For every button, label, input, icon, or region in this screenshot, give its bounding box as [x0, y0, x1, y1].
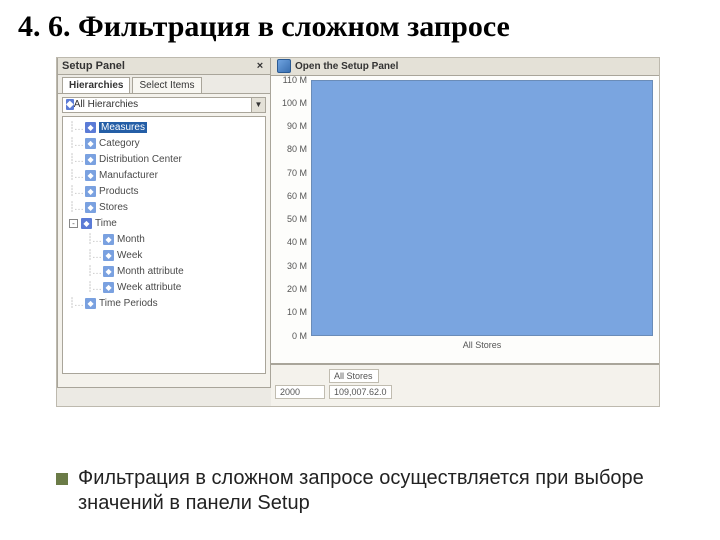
- tree-connector: ┊…: [69, 170, 83, 181]
- cube2-icon: ◆: [103, 266, 114, 277]
- tree-connector: ┊…: [87, 250, 101, 261]
- tree-connector: ┊…: [69, 202, 83, 213]
- chevron-down-icon[interactable]: ▼: [251, 98, 265, 112]
- grid-row-value: 109,007.62.0: [329, 385, 392, 399]
- tree-item[interactable]: ┊…◆Week: [65, 248, 263, 264]
- cube2-icon: ◆: [103, 234, 114, 245]
- setup-panel-titlebar: Setup Panel ×: [58, 58, 270, 75]
- combo-label: All Hierarchies: [74, 99, 138, 110]
- y-tick: 0 M: [292, 331, 307, 341]
- tree-item[interactable]: -◆Time: [65, 216, 263, 232]
- tree-item-label: Measures: [99, 122, 147, 133]
- y-tick: 100 M: [282, 98, 307, 108]
- tree-item[interactable]: ┊…◆Time Periods: [65, 296, 263, 312]
- tab-select-items[interactable]: Select Items: [132, 77, 201, 93]
- tree-connector: ┊…: [87, 234, 101, 245]
- tree-connector: ┊…: [87, 266, 101, 277]
- y-tick: 90 M: [287, 121, 307, 131]
- y-tick: 50 M: [287, 214, 307, 224]
- tree-connector: ┊…: [69, 186, 83, 197]
- setup-panel-icon[interactable]: [277, 59, 291, 73]
- tree-item[interactable]: ┊…◆Products: [65, 184, 263, 200]
- setup-tabs: Hierarchies Select Items: [58, 75, 270, 94]
- tree-connector: ┊…: [69, 298, 83, 309]
- tree-item-label: Week: [117, 250, 142, 261]
- tree-item-label: Month: [117, 234, 145, 245]
- slide-title: 4. 6. Фильтрация в сложном запросе: [0, 0, 720, 51]
- cube2-icon: ◆: [85, 298, 96, 309]
- cube2-icon: ◆: [103, 282, 114, 293]
- tree-item[interactable]: ┊…◆Category: [65, 136, 263, 152]
- bullet-text-row: Фильтрация в сложном запросе осуществляе…: [56, 466, 680, 516]
- cube-icon: ◆: [81, 218, 92, 229]
- y-tick: 60 M: [287, 191, 307, 201]
- grid-row-label: 2000: [275, 385, 325, 399]
- tree-item[interactable]: ┊…◆Month: [65, 232, 263, 248]
- tree-connector: ┊…: [69, 138, 83, 149]
- hierarchies-combo[interactable]: ◆ All Hierarchies ▼: [62, 97, 266, 113]
- hierarchy-tree[interactable]: ┊…◆Measures┊…◆Category┊…◆Distribution Ce…: [62, 116, 266, 374]
- tree-connector: ┊…: [87, 282, 101, 293]
- chart-area: 110 M 100 M 90 M 80 M 70 M 60 M 50 M 40 M 30 M 20…: [271, 76, 659, 364]
- bullet-icon: [56, 473, 68, 485]
- setup-panel-title: Setup Panel: [62, 60, 125, 72]
- tree-item-label: Manufacturer: [99, 170, 158, 181]
- tree-item[interactable]: ┊…◆Week attribute: [65, 280, 263, 296]
- tree-item-label: Week attribute: [117, 282, 181, 293]
- chart-plot: [311, 80, 653, 336]
- y-tick: 20 M: [287, 284, 307, 294]
- tree-item[interactable]: ┊…◆Measures: [65, 120, 263, 136]
- tree-item[interactable]: ┊…◆Stores: [65, 200, 263, 216]
- y-tick: 40 M: [287, 237, 307, 247]
- setup-panel: Setup Panel × Hierarchies Select Items ◆…: [57, 58, 271, 388]
- bullet-text: Фильтрация в сложном запросе осуществляе…: [78, 466, 680, 516]
- cube2-icon: ◆: [85, 202, 96, 213]
- y-tick: 80 M: [287, 144, 307, 154]
- y-tick: 10 M: [287, 307, 307, 317]
- grid-header: All Stores: [329, 369, 379, 383]
- cube2-icon: ◆: [85, 154, 96, 165]
- tree-item-label: Time: [95, 218, 117, 229]
- tree-item-label: Category: [99, 138, 140, 149]
- tab-hierarchies[interactable]: Hierarchies: [62, 77, 130, 93]
- tree-item[interactable]: ┊…◆Distribution Center: [65, 152, 263, 168]
- tree-item-label: Month attribute: [117, 266, 184, 277]
- chart-y-axis: 110 M100 M90 M80 M70 M60 M50 M40 M30 M20…: [271, 80, 311, 336]
- expander-icon[interactable]: -: [69, 219, 78, 228]
- y-tick: 30 M: [287, 261, 307, 271]
- tree-item-label: Stores: [99, 202, 128, 213]
- tree-item-label: Products: [99, 186, 138, 197]
- app-window: Setup Panel × Hierarchies Select Items ◆…: [56, 57, 660, 407]
- toolbar: Open the Setup Panel: [271, 58, 659, 76]
- close-icon[interactable]: ×: [254, 60, 266, 72]
- cube-icon: ◆: [66, 99, 74, 110]
- tree-item-label: Time Periods: [99, 298, 158, 309]
- tree-item[interactable]: ┊…◆Month attribute: [65, 264, 263, 280]
- toolbar-label: Open the Setup Panel: [295, 61, 398, 72]
- cube2-icon: ◆: [85, 138, 96, 149]
- cube-icon: ◆: [85, 122, 96, 133]
- cube2-icon: ◆: [103, 250, 114, 261]
- cube2-icon: ◆: [85, 186, 96, 197]
- chart-x-label: All Stores: [311, 340, 653, 350]
- y-tick: 110 M: [283, 75, 307, 85]
- cube2-icon: ◆: [85, 170, 96, 181]
- tree-connector: ┊…: [69, 154, 83, 165]
- data-grid: . All Stores 2000 109,007.62.0: [271, 364, 659, 406]
- tree-item-label: Distribution Center: [99, 154, 182, 165]
- tree-connector: ┊…: [69, 122, 83, 133]
- y-tick: 70 M: [287, 168, 307, 178]
- tree-item[interactable]: ┊…◆Manufacturer: [65, 168, 263, 184]
